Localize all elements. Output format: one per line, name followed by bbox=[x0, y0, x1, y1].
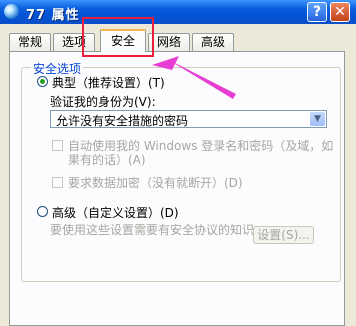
pointer-arrow-icon bbox=[152, 56, 236, 99]
arrow-shaft bbox=[172, 62, 236, 99]
arrow-head bbox=[152, 56, 179, 70]
